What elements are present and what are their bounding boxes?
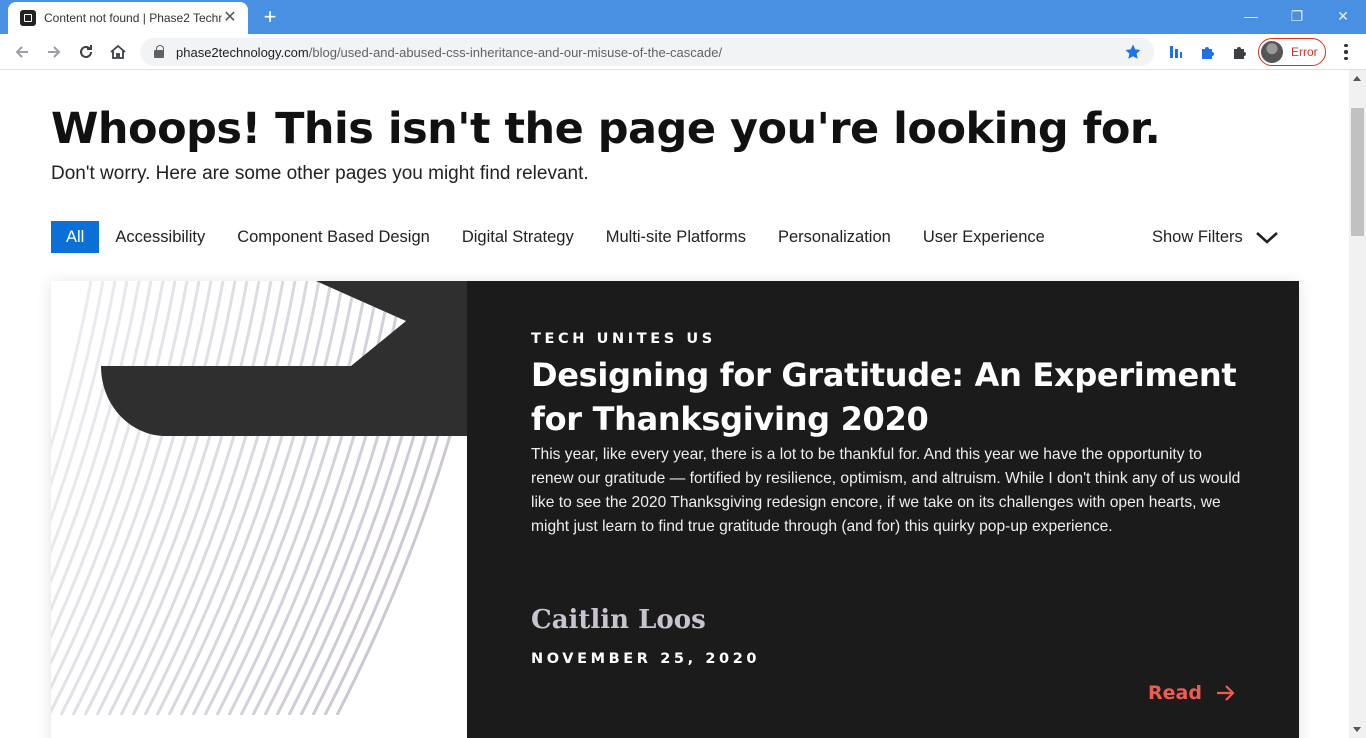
show-filters-label: Show Filters <box>1152 227 1243 246</box>
post-author[interactable]: Caitlin Loos <box>531 605 706 635</box>
scroll-down-arrow-icon[interactable] <box>1353 727 1361 732</box>
extension-puzzle-blue-icon[interactable] <box>1198 42 1218 62</box>
new-tab-button[interactable]: + <box>258 5 282 29</box>
page-subtitle: Don't worry. Here are some other pages y… <box>51 163 589 184</box>
browser-toolbar: phase2technology.com/blog/used-and-abuse… <box>0 34 1366 70</box>
profile-error-chip[interactable]: Error <box>1258 38 1326 66</box>
url-host: phase2technology.com <box>176 44 309 60</box>
profile-avatar <box>1261 41 1283 63</box>
post-excerpt: This year, like every year, there is a l… <box>531 446 1241 535</box>
address-bar[interactable]: phase2technology.com/blog/used-and-abuse… <box>140 38 1154 66</box>
browser-tab[interactable]: Content not found | Phase2 Techn ✕ <box>8 2 248 34</box>
url-path: /blog/used-and-abused-css-inheritance-an… <box>308 44 723 60</box>
lock-icon <box>154 45 166 59</box>
extension-bars-icon[interactable] <box>1166 42 1186 62</box>
featured-post-card[interactable]: TECH UNITES US Designing for Gratitude: … <box>51 281 1299 738</box>
category-filter-bar: All Accessibility Component Based Design… <box>51 221 1061 253</box>
back-arrow-icon[interactable] <box>10 40 34 64</box>
post-title[interactable]: Designing for Gratitude: An Experiment f… <box>531 353 1251 441</box>
post-date: NOVEMBER 25, 2020 <box>531 651 761 667</box>
filter-accessibility[interactable]: Accessibility <box>99 221 221 253</box>
extensions-puzzle-icon[interactable] <box>1230 42 1250 62</box>
window-close-button[interactable]: ✕ <box>1320 4 1366 28</box>
profile-error-label: Error <box>1291 45 1318 59</box>
page-content: Whoops! This isn't the page you're looki… <box>0 70 1349 738</box>
post-details: TECH UNITES US Designing for Gratitude: … <box>467 281 1299 738</box>
filter-personalization[interactable]: Personalization <box>762 221 907 253</box>
filter-all[interactable]: All <box>51 221 100 253</box>
post-category[interactable]: TECH UNITES US <box>531 331 716 347</box>
filter-component-based-design[interactable]: Component Based Design <box>221 221 446 253</box>
read-label: Read <box>1148 682 1202 704</box>
filter-user-experience[interactable]: User Experience <box>907 221 1061 253</box>
tab-strip: Content not found | Phase2 Techn ✕ + — ❐… <box>0 0 1366 34</box>
scroll-thumb[interactable] <box>1351 108 1364 236</box>
arrow-right-icon <box>1216 685 1235 701</box>
post-thumbnail <box>51 281 467 715</box>
forward-arrow-icon[interactable] <box>42 40 66 64</box>
tab-close-icon[interactable]: ✕ <box>222 10 238 26</box>
page-scrollbar[interactable] <box>1349 70 1366 738</box>
abstract-lines-artwork-icon <box>51 281 467 715</box>
phase2-favicon-icon <box>20 10 36 26</box>
home-icon[interactable] <box>106 40 130 64</box>
show-filters-button[interactable]: Show Filters <box>1152 221 1279 253</box>
read-link[interactable]: Read <box>1148 682 1236 704</box>
restore-button[interactable]: ❐ <box>1274 4 1320 28</box>
browser-menu-icon[interactable] <box>1336 40 1356 64</box>
chevron-down-icon <box>1255 232 1278 244</box>
reload-icon[interactable] <box>74 40 98 64</box>
minimize-button[interactable]: — <box>1228 4 1274 28</box>
bookmark-star-icon[interactable] <box>1124 43 1142 66</box>
page-title: Whoops! This isn't the page you're looki… <box>51 104 1161 154</box>
scroll-up-arrow-icon[interactable] <box>1353 76 1361 81</box>
tab-title: Content not found | Phase2 Techn <box>44 11 222 25</box>
filter-multi-site-platforms[interactable]: Multi-site Platforms <box>590 221 762 253</box>
filter-digital-strategy[interactable]: Digital Strategy <box>446 221 590 253</box>
